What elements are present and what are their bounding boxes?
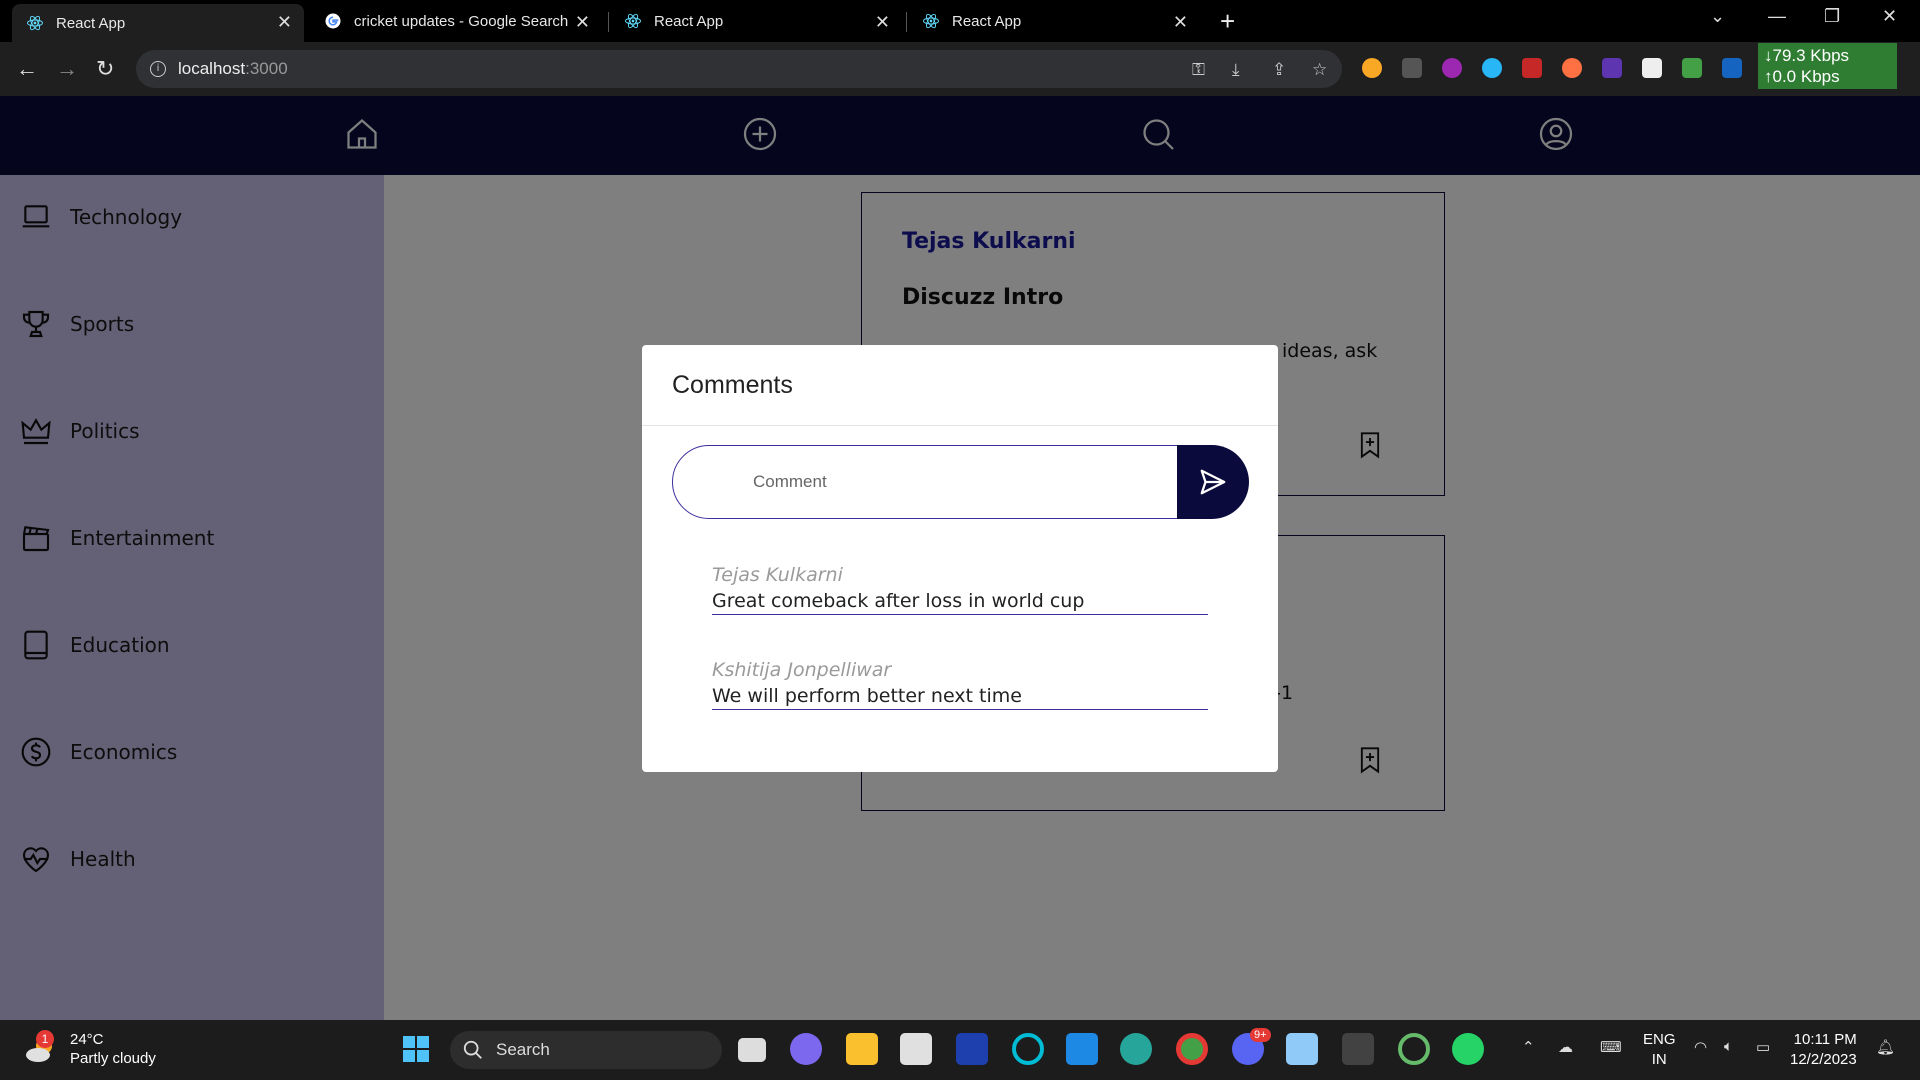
language-indicator[interactable]: ENG IN [1643, 1030, 1676, 1070]
comment-text: We will perform better next time [712, 685, 1022, 707]
extension-icon[interactable] [1522, 58, 1542, 78]
extension-icon[interactable] [1482, 58, 1502, 78]
tab-search-icon[interactable]: ⌄ [1710, 6, 1725, 27]
meet-icon[interactable] [790, 1033, 822, 1065]
search-icon [463, 1040, 482, 1059]
divider [642, 425, 1278, 426]
extension-icon[interactable] [1682, 58, 1702, 78]
chrome-icon[interactable] [1176, 1033, 1208, 1065]
upload-speed: ↑0.0 Kbps [1764, 67, 1840, 86]
cortana-icon[interactable] [1012, 1033, 1044, 1065]
clock[interactable]: 10:11 PM 12/2/2023 [1790, 1030, 1857, 1070]
tab-react-app-3[interactable]: React App ✕ [908, 4, 1200, 38]
microsoft-store-icon[interactable] [900, 1033, 932, 1065]
comment-input[interactable] [672, 445, 1192, 519]
comment-item: Tejas Kulkarni Great comeback after loss… [712, 564, 1208, 615]
extension-icon[interactable] [1722, 58, 1742, 78]
extension-icon[interactable] [1442, 58, 1462, 78]
show-hidden-icons-icon[interactable]: ⌃ [1522, 1038, 1535, 1056]
bookmark-star-icon[interactable]: ☆ [1312, 60, 1327, 80]
close-tab-icon[interactable]: ✕ [575, 12, 590, 33]
react-icon [923, 13, 939, 29]
comment-author: Kshitija Jonpelliwar [712, 659, 892, 681]
terminal-icon[interactable] [1342, 1033, 1374, 1065]
tab-title: React App [56, 14, 126, 32]
comment-item: Kshitija Jonpelliwar We will perform bet… [712, 659, 1208, 710]
language-code: ENG [1643, 1031, 1676, 1048]
wifi-icon[interactable]: ◠ [1694, 1038, 1707, 1056]
temperature: 24°C [70, 1031, 104, 1048]
comments-modal: Comments Tejas Kulkarni Great comeback a… [642, 345, 1278, 772]
extension-icon[interactable] [1642, 58, 1662, 78]
url-host: localhost [178, 59, 246, 78]
tab-react-app-1[interactable]: React App ✕ [12, 4, 304, 42]
close-window-icon[interactable]: ✕ [1882, 6, 1897, 27]
partly-cloudy-icon: 1 [24, 1030, 58, 1064]
url-port: :3000 [245, 59, 288, 78]
comment-text: Great comeback after loss in world cup [712, 590, 1085, 612]
back-icon[interactable]: ← [16, 56, 38, 82]
time: 10:11 PM [1793, 1031, 1857, 1048]
tab-title: React App [952, 12, 1022, 30]
key-icon[interactable]: ⚿ [1192, 60, 1205, 80]
whatsapp-icon[interactable] [1452, 1033, 1484, 1065]
tab-title: cricket updates - Google Search [354, 12, 569, 30]
region-code: IN [1651, 1051, 1667, 1068]
new-tab-button[interactable]: + [1220, 6, 1235, 37]
discord-badge: 9+ [1250, 1028, 1271, 1042]
install-icon[interactable]: ⤓ [1232, 60, 1240, 80]
onedrive-icon[interactable]: ☁ [1558, 1038, 1573, 1056]
volume-extension-icon[interactable] [1402, 58, 1422, 78]
site-info-icon[interactable]: i [150, 61, 166, 77]
forward-icon[interactable]: → [56, 56, 78, 82]
tab-title: React App [654, 12, 724, 30]
date: 12/2/2023 [1790, 1051, 1857, 1068]
vscode-icon[interactable] [1066, 1033, 1098, 1065]
tab-separator [608, 12, 609, 32]
reload-icon[interactable]: ↻ [96, 56, 114, 82]
search-label: Search [496, 1040, 550, 1059]
address-bar-row: ← → ↻ i localhost :3000 ⚿ ⤓ ⇪ ☆ [0, 42, 1920, 96]
extension-icon[interactable] [1562, 58, 1582, 78]
extension-icon[interactable] [1362, 58, 1382, 78]
windows-start-icon[interactable] [400, 1033, 432, 1065]
volume-muted-icon[interactable]: 🔈︎ [1724, 1038, 1733, 1055]
modal-title: Comments [672, 371, 793, 399]
google-icon [325, 13, 341, 29]
file-explorer-icon[interactable] [846, 1033, 878, 1065]
tab-google-search[interactable]: cricket updates - Google Search ✕ [310, 4, 602, 38]
close-tab-icon[interactable]: ✕ [1173, 12, 1188, 33]
weather-widget[interactable]: 1 24°C Partly cloudy [24, 1030, 156, 1068]
notification-badge: 1 [36, 1030, 54, 1048]
extension-icon[interactable] [1602, 58, 1622, 78]
download-speed: ↓79.3 Kbps [1764, 46, 1850, 65]
close-tab-icon[interactable]: ✕ [277, 12, 292, 33]
windows-taskbar: 1 24°C Partly cloudy Search 9+ ⌃ ☁ ⌨ ENG… [0, 1020, 1920, 1080]
app-icon[interactable] [1286, 1033, 1318, 1065]
browser-tab-bar: React App ✕ cricket updates - Google Sea… [0, 0, 1920, 42]
app-icon[interactable] [1398, 1033, 1430, 1065]
react-icon [625, 13, 641, 29]
network-speed-widget: ↓79.3 Kbps ↑0.0 Kbps [1758, 43, 1897, 89]
battery-icon[interactable]: ▭ [1756, 1038, 1770, 1056]
weather-condition: Partly cloudy [70, 1050, 156, 1067]
url-field[interactable]: i localhost :3000 ⚿ ⤓ ⇪ ☆ [136, 50, 1342, 88]
tab-react-app-2[interactable]: React App ✕ [610, 4, 902, 38]
comment-author: Tejas Kulkarni [712, 564, 843, 586]
minimize-icon[interactable]: — [1768, 6, 1786, 27]
notification-bell-icon[interactable]: 🔔︎ [1876, 1038, 1895, 1056]
tab-separator [906, 12, 907, 32]
send-comment-button[interactable] [1177, 445, 1249, 519]
keyboard-icon[interactable]: ⌨ [1600, 1038, 1622, 1056]
share-icon[interactable]: ⇪ [1272, 60, 1286, 80]
task-view-icon[interactable] [738, 1038, 766, 1062]
react-icon [27, 15, 43, 31]
taskbar-search[interactable]: Search [450, 1031, 722, 1069]
edge-icon[interactable] [1120, 1033, 1152, 1065]
restore-icon[interactable]: ❐ [1824, 6, 1840, 27]
close-tab-icon[interactable]: ✕ [875, 12, 890, 33]
l-app-icon[interactable] [956, 1033, 988, 1065]
send-icon [1200, 469, 1226, 495]
